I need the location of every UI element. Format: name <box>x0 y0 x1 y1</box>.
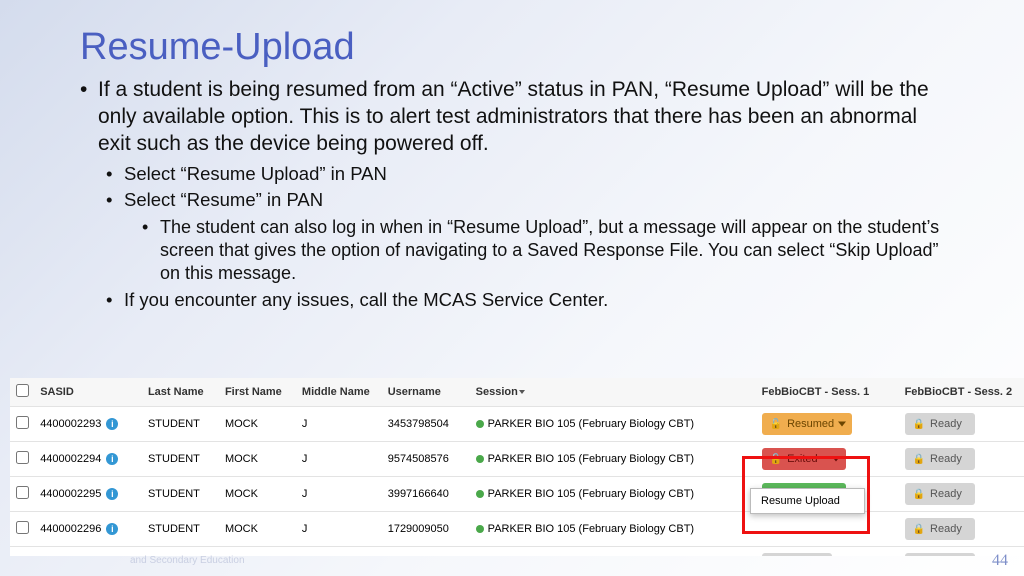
cell-user: 1729009050 <box>382 512 470 547</box>
status-dot-icon <box>476 525 484 533</box>
row-checkbox[interactable] <box>16 451 29 464</box>
bullet-sub2-text: Select “Resume” in PAN <box>124 189 323 210</box>
cell-user: 3453798504 <box>382 407 470 442</box>
bullet-main: If a student is being resumed from an “A… <box>80 77 944 312</box>
hdr-session-label: Session <box>476 386 518 398</box>
cell-sasid: 4400002295 i <box>34 477 142 512</box>
bullet-list: If a student is being resumed from an “A… <box>80 77 944 312</box>
cell-first: MOCK <box>219 407 296 442</box>
hdr-middle[interactable]: Middle Name <box>296 378 382 407</box>
status-ready[interactable]: 🔒Ready <box>905 553 975 556</box>
bullet-sub3: If you encounter any issues, call the MC… <box>98 288 944 312</box>
cell-first: MOCK <box>219 512 296 547</box>
hdr-checkbox[interactable] <box>10 378 34 407</box>
hdr-user[interactable]: Username <box>382 378 470 407</box>
cell-middle: J <box>296 442 382 477</box>
dropdown-item-resume-upload[interactable]: Resume Upload <box>761 495 840 507</box>
cell-sasid: 4400002296 i <box>34 512 142 547</box>
cell-sess1: 🔓Resumed <box>756 407 899 442</box>
status-ready[interactable]: 🔒Ready <box>905 448 975 470</box>
cell-last: STUDENT <box>142 512 219 547</box>
info-icon[interactable]: i <box>106 418 118 430</box>
bullet-sub2a: The student can also log in when in “Res… <box>124 216 944 285</box>
cell-sess1: 🔒Ready <box>756 547 899 557</box>
students-table-container: SASID Last Name First Name Middle Name U… <box>10 378 1024 556</box>
cell-session: PARKER BIO 105 (February Biology CBT) <box>470 512 756 547</box>
footer-subtitle: and Secondary Education <box>130 555 245 566</box>
lock-icon: 🔒 <box>913 419 925 430</box>
status-ready[interactable]: 🔒Ready <box>905 413 975 435</box>
cell-last: STUDENT <box>142 442 219 477</box>
lock-icon: 🔒 <box>913 524 925 535</box>
status-resumed[interactable]: 🔓Resumed <box>762 413 853 435</box>
cell-sess1: 🔓Exited <box>756 442 899 477</box>
table-row: 4400002293 iSTUDENTMOCKJ3453798504PARKER… <box>10 407 1024 442</box>
lock-icon: 🔓 <box>770 454 782 465</box>
cell-middle: J <box>296 477 382 512</box>
bullet-sub1: Select “Resume Upload” in PAN <box>98 162 944 186</box>
cell-session: PARKER BIO 105 (February Biology CBT) <box>470 477 756 512</box>
cell-last: STUDENT <box>142 477 219 512</box>
cell-first: MOCK <box>219 477 296 512</box>
info-icon[interactable]: i <box>106 453 118 465</box>
status-dot-icon <box>476 490 484 498</box>
cell-session: PARKER BIO 105 (February Biology CBT) <box>470 407 756 442</box>
lock-icon: 🔒 <box>913 454 925 465</box>
status-ready[interactable]: 🔒Ready <box>905 483 975 505</box>
cell-session: PARKER BIO 105 (February Biology CBT) <box>470 442 756 477</box>
cell-first: MOCK <box>219 442 296 477</box>
lock-icon: 🔒 <box>913 489 925 500</box>
students-table: SASID Last Name First Name Middle Name U… <box>10 378 1024 556</box>
table-row: 4400002295 iSTUDENTMOCKJ3997166640PARKER… <box>10 477 1024 512</box>
status-ready[interactable]: 🔒Ready <box>905 518 975 540</box>
cell-user: 9574508576 <box>382 442 470 477</box>
cell-sasid: 4400002293 i <box>34 407 142 442</box>
cell-sess2: 🔒Ready <box>899 477 1024 512</box>
hdr-sess2[interactable]: FebBioCBT - Sess. 2 <box>899 378 1024 407</box>
row-checkbox[interactable] <box>16 416 29 429</box>
caret-down-icon <box>838 422 846 427</box>
status-exited[interactable]: 🔓Exited <box>762 448 846 470</box>
cell-last: STUDENT <box>142 407 219 442</box>
page-number: 44 <box>992 552 1008 570</box>
cell-middle: J <box>296 547 382 557</box>
status-dot-icon <box>476 420 484 428</box>
hdr-first[interactable]: First Name <box>219 378 296 407</box>
info-icon[interactable]: i <box>106 488 118 500</box>
table-row: 4400002294 iSTUDENTMOCKJ9574508576PARKER… <box>10 442 1024 477</box>
hdr-last[interactable]: Last Name <box>142 378 219 407</box>
cell-user: 3997166640 <box>382 477 470 512</box>
hdr-sasid[interactable]: SASID <box>34 378 142 407</box>
bullet-main-text: If a student is being resumed from an “A… <box>98 78 929 155</box>
cell-middle: J <box>296 407 382 442</box>
sort-caret-icon <box>519 390 525 394</box>
hdr-sess1[interactable]: FebBioCBT - Sess. 1 <box>756 378 899 407</box>
cell-user: 8226002036 <box>382 547 470 557</box>
hdr-session[interactable]: Session <box>470 378 756 407</box>
cell-sess2: 🔒Ready <box>899 442 1024 477</box>
status-dot-icon <box>476 455 484 463</box>
cell-sasid: 4400002294 i <box>34 442 142 477</box>
select-all-checkbox[interactable] <box>16 384 29 397</box>
status-dropdown-menu[interactable]: Resume Upload <box>750 488 865 514</box>
caret-down-icon <box>832 457 840 462</box>
row-checkbox[interactable] <box>16 486 29 499</box>
slide-title: Resume-Upload <box>80 26 944 69</box>
cell-sasid: 4400002297 i <box>34 547 142 557</box>
cell-sess2: 🔒Ready <box>899 512 1024 547</box>
bullet-sub2: Select “Resume” in PAN The student can a… <box>98 188 944 285</box>
info-icon[interactable]: i <box>106 523 118 535</box>
table-row: 4400002296 iSTUDENTMOCKJ1729009050PARKER… <box>10 512 1024 547</box>
status-ready[interactable]: 🔒Ready <box>762 553 832 556</box>
row-checkbox[interactable] <box>16 521 29 534</box>
lock-icon: 🔓 <box>770 419 782 430</box>
cell-middle: J <box>296 512 382 547</box>
cell-sess2: 🔒Ready <box>899 407 1024 442</box>
cell-session: PARKER BIO 105 (February Biology CBT) <box>470 547 756 557</box>
cell-sess1 <box>756 512 899 547</box>
